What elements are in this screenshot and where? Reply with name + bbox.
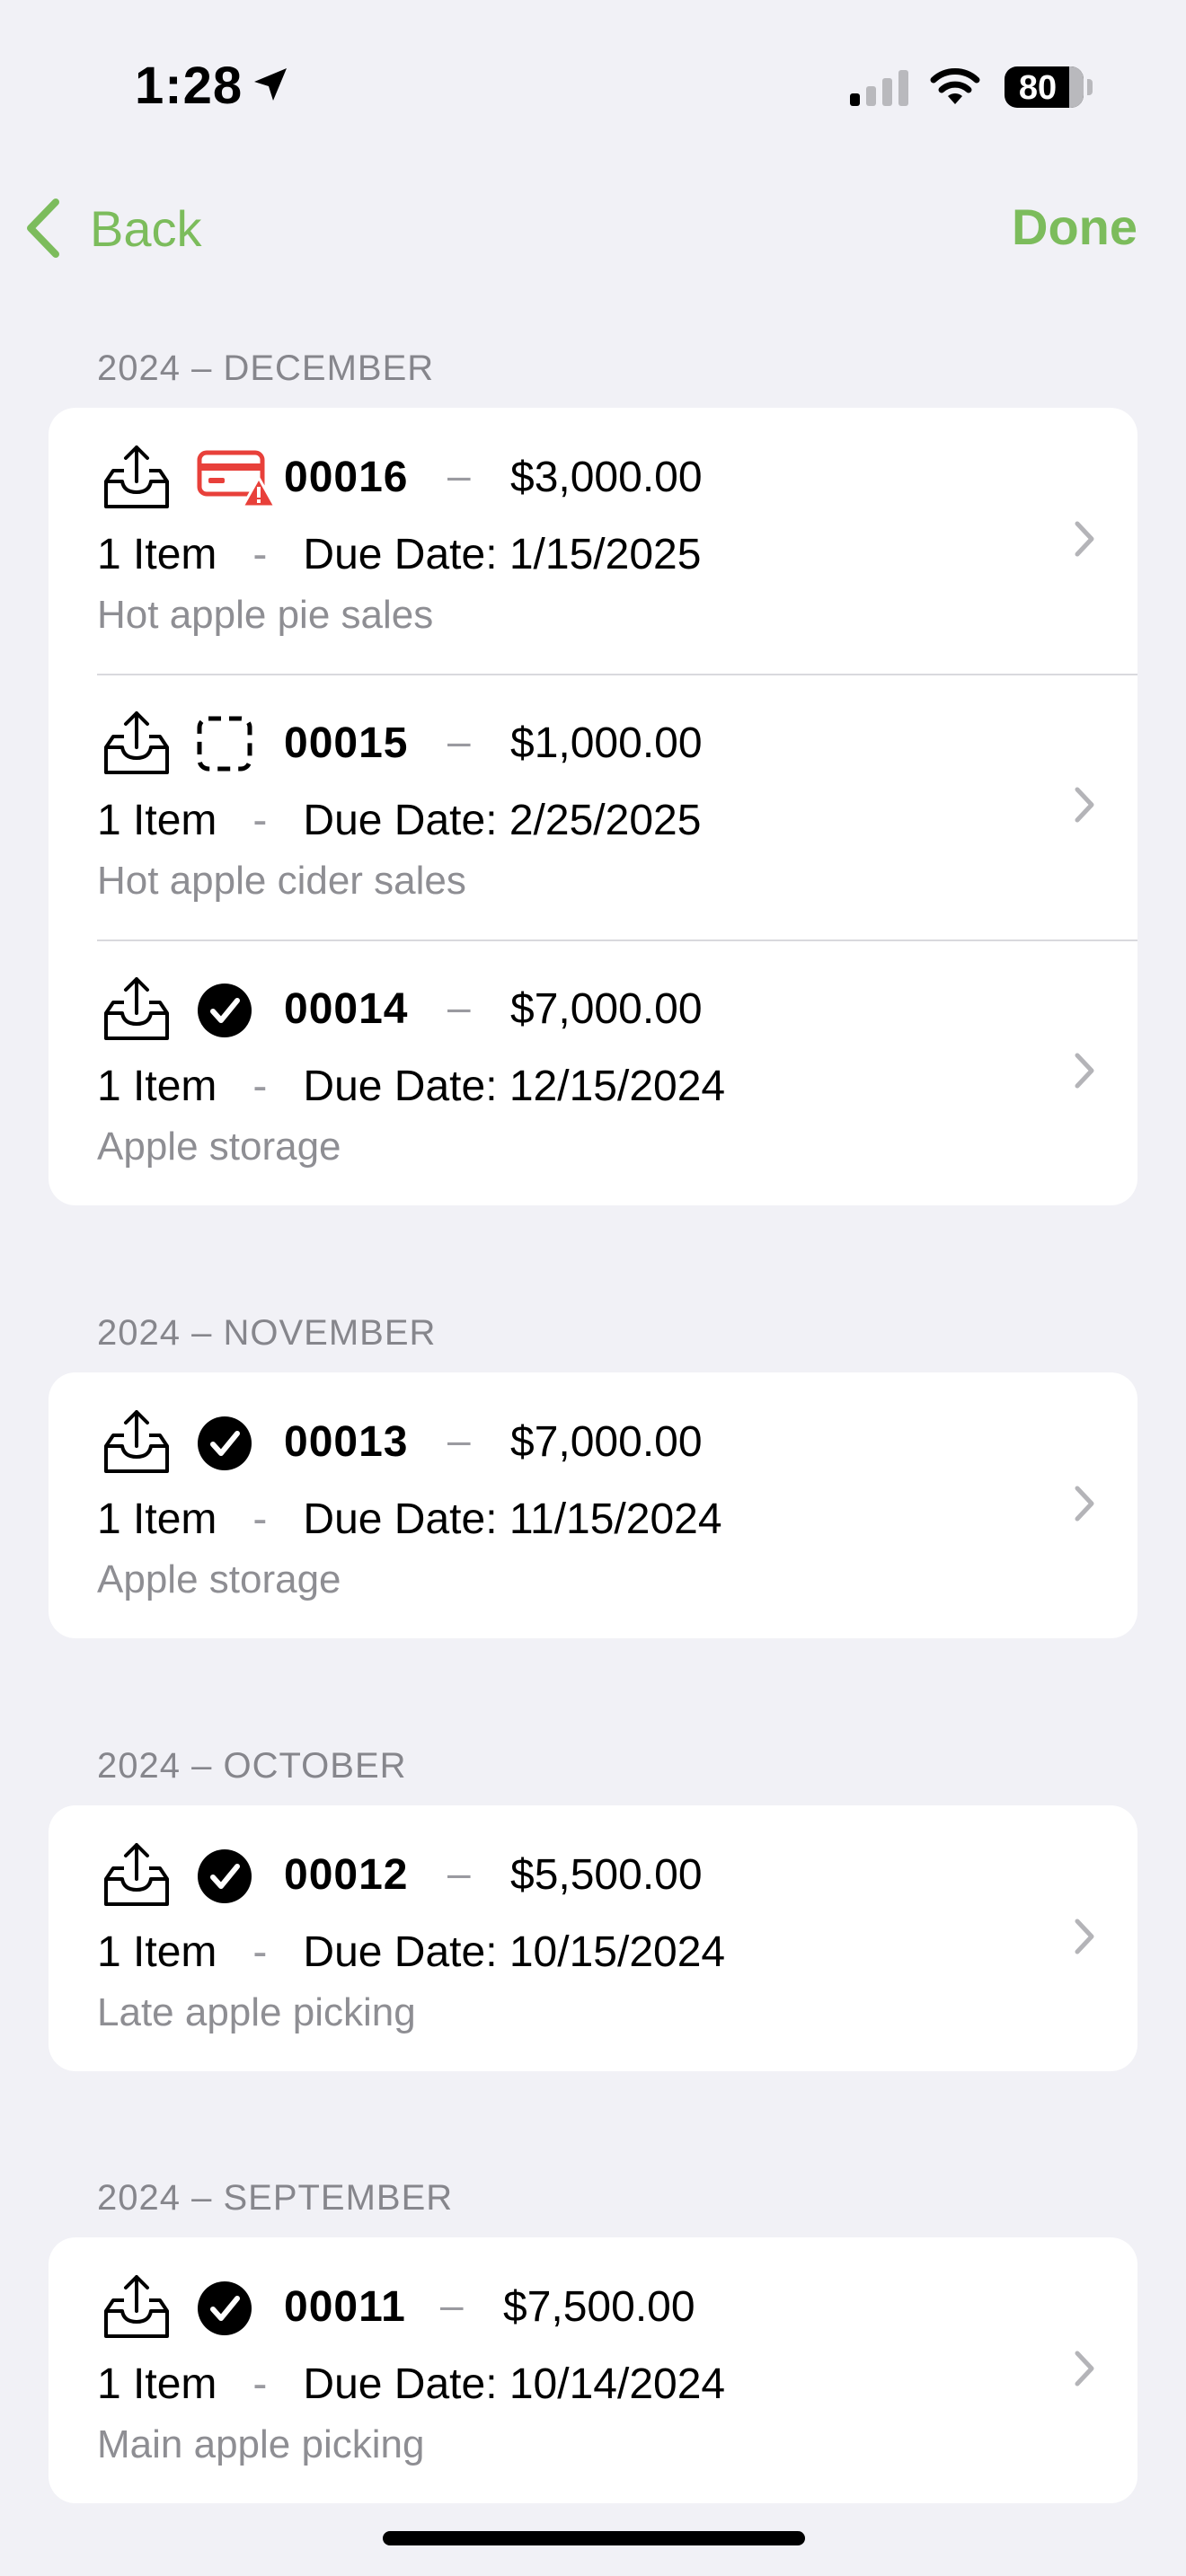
done-button[interactable]: Done: [1012, 198, 1137, 256]
due-date: Due Date: 11/15/2024: [303, 1495, 722, 1543]
chevron-right-icon: [1075, 521, 1094, 557]
meta-separator: -: [252, 1928, 268, 1976]
location-arrow-icon: [254, 68, 287, 101]
invoice-meta: 1 Item - Due Date: 2/25/2025: [97, 796, 701, 845]
invoice-row[interactable]: 00013 – $7,000.00 1 Item - Due Date: 11/…: [49, 1372, 1137, 1638]
invoice-number: 00015: [284, 719, 409, 767]
due-date: Due Date: 10/15/2024: [303, 1928, 726, 1976]
item-count: 1 Item: [97, 2360, 217, 2408]
invoice-description: Hot apple pie sales: [97, 593, 434, 637]
status-bar: 1:28 80: [0, 0, 1186, 171]
invoice-group-card: 00011 – $7,500.00 1 Item - Due Date: 10/…: [49, 2237, 1137, 2503]
invoice-amount: $7,000.00: [510, 1418, 703, 1466]
battery-nub: [1087, 79, 1093, 95]
paid-checkmark-icon: [198, 984, 252, 1037]
due-date: Due Date: 2/25/2025: [303, 797, 702, 844]
invoice-number: 00014: [284, 985, 409, 1033]
invoice-description: Apple storage: [97, 1125, 341, 1169]
invoice-meta: 1 Item - Due Date: 10/14/2024: [97, 2360, 725, 2409]
item-count: 1 Item: [97, 1495, 217, 1543]
tray-upload-icon: [104, 1410, 169, 1473]
chevron-right-icon: [1075, 1919, 1094, 1954]
section-header: 2024 – NOVEMBER: [97, 1313, 437, 1353]
chevron-right-icon: [1075, 787, 1094, 823]
due-date: Due Date: 1/15/2025: [303, 531, 702, 578]
invoice-meta: 1 Item - Due Date: 1/15/2025: [97, 530, 701, 579]
invoice-dash: –: [447, 452, 471, 498]
battery-level: 80: [1018, 69, 1058, 107]
meta-separator: -: [252, 1063, 268, 1110]
chevron-right-icon: [1075, 1486, 1094, 1522]
tray-upload-icon: [104, 446, 169, 508]
invoice-row[interactable]: 00015 – $1,000.00 1 Item - Due Date: 2/2…: [49, 674, 1137, 940]
invoice-group-card: 00012 – $5,500.00 1 Item - Due Date: 10/…: [49, 1805, 1137, 2071]
invoice-description: Hot apple cider sales: [97, 859, 466, 903]
back-label: Back: [90, 199, 202, 257]
invoice-amount: $3,000.00: [510, 454, 703, 501]
invoice-row[interactable]: 00014 – $7,000.00 1 Item - Due Date: 12/…: [49, 940, 1137, 1205]
invoice-meta: 1 Item - Due Date: 12/15/2024: [97, 1062, 725, 1111]
item-count: 1 Item: [97, 1063, 217, 1110]
tray-upload-icon: [104, 2275, 169, 2338]
meta-separator: -: [252, 531, 268, 578]
invoice-number: 00011: [284, 2283, 406, 2331]
meta-separator: -: [252, 1495, 268, 1543]
paid-checkmark-icon: [198, 2281, 252, 2335]
invoice-dash: –: [447, 984, 471, 1030]
chevron-right-icon: [1075, 2351, 1094, 2386]
due-date: Due Date: 12/15/2024: [303, 1063, 726, 1110]
invoice-amount: $7,000.00: [510, 985, 703, 1033]
invoice-group-card: 00013 – $7,000.00 1 Item - Due Date: 11/…: [49, 1372, 1137, 1638]
invoice-group-card: 00016 – $3,000.00 1 Item - Due Date: 1/1…: [49, 408, 1137, 1205]
invoice-row[interactable]: 00012 – $5,500.00 1 Item - Due Date: 10/…: [49, 1805, 1137, 2071]
chevron-right-icon: [1075, 1053, 1094, 1089]
meta-separator: -: [252, 797, 268, 844]
tray-upload-icon: [104, 977, 169, 1040]
invoice-description: Apple storage: [97, 1557, 341, 1601]
back-button[interactable]: Back: [22, 192, 202, 264]
home-indicator[interactable]: [383, 2531, 805, 2545]
invoice-number: 00016: [284, 454, 409, 501]
invoice-amount: $1,000.00: [510, 719, 703, 767]
paid-checkmark-icon: [198, 1416, 252, 1470]
invoice-dash: –: [447, 718, 471, 764]
battery-empty-portion: [1069, 66, 1084, 108]
invoice-dash: –: [447, 1416, 471, 1463]
invoice-meta: 1 Item - Due Date: 11/15/2024: [97, 1495, 722, 1544]
section-header: 2024 – OCTOBER: [97, 1746, 407, 1786]
invoice-description: Late apple picking: [97, 1990, 416, 2034]
payment-warning-icon: [197, 450, 277, 508]
invoice-dash: –: [440, 2281, 464, 2328]
due-date: Due Date: 10/14/2024: [303, 2360, 726, 2408]
status-time: 1:28: [135, 57, 243, 115]
tray-upload-icon: [104, 1843, 169, 1906]
draft-dashed-icon: [197, 716, 252, 772]
paid-checkmark-icon: [198, 1849, 252, 1903]
section-header: 2024 – DECEMBER: [97, 348, 435, 388]
meta-separator: -: [252, 2360, 268, 2408]
tray-upload-icon: [104, 711, 169, 774]
invoice-description: Main apple picking: [97, 2422, 425, 2466]
item-count: 1 Item: [97, 531, 217, 578]
item-count: 1 Item: [97, 797, 217, 844]
item-count: 1 Item: [97, 1928, 217, 1976]
cellular-signal-icon: [850, 70, 908, 106]
invoice-amount: $5,500.00: [510, 1851, 703, 1899]
invoice-dash: –: [447, 1849, 471, 1896]
section-header: 2024 – SEPTEMBER: [97, 2178, 454, 2218]
invoice-amount: $7,500.00: [503, 2283, 695, 2331]
invoice-number: 00013: [284, 1418, 409, 1466]
invoice-row[interactable]: 00016 – $3,000.00 1 Item - Due Date: 1/1…: [49, 408, 1137, 674]
battery-indicator: 80: [1005, 66, 1084, 108]
invoice-row[interactable]: 00011 – $7,500.00 1 Item - Due Date: 10/…: [49, 2237, 1137, 2503]
wifi-icon: [930, 68, 980, 104]
invoice-number: 00012: [284, 1851, 409, 1899]
invoice-meta: 1 Item - Due Date: 10/15/2024: [97, 1928, 725, 1977]
chevron-left-icon: [27, 198, 59, 258]
